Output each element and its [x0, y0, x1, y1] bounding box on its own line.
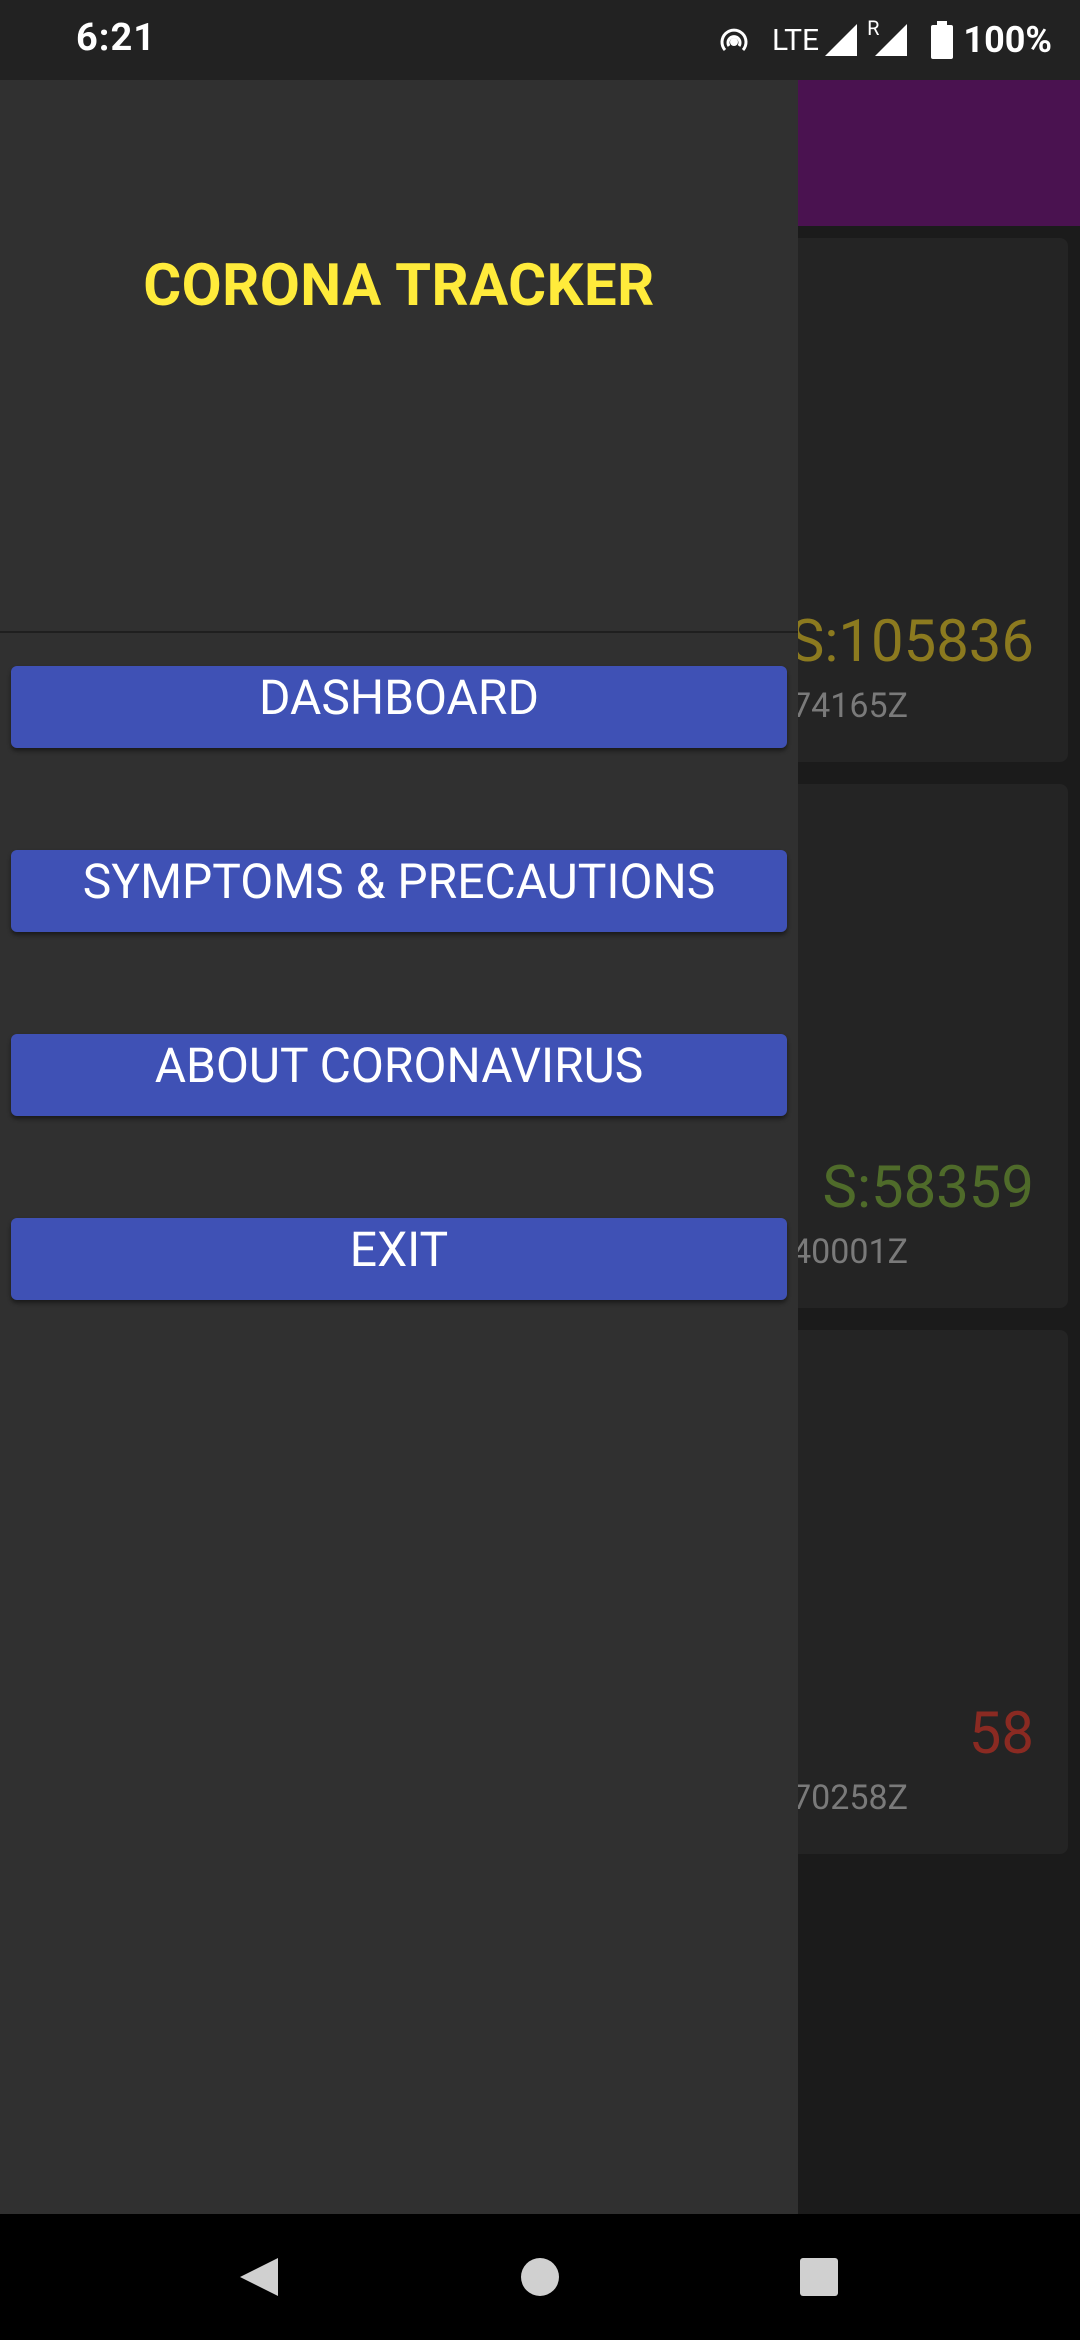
stat-time: 70258Z	[792, 1778, 908, 1818]
signal-icon	[825, 24, 858, 56]
exit-button[interactable]: EXIT	[11, 1218, 787, 1300]
recents-icon[interactable]	[798, 2256, 840, 2298]
stat-value: S:105836	[789, 608, 1034, 676]
status-bar: 6:21 LTE R 100%	[0, 0, 1080, 80]
home-icon[interactable]	[519, 2256, 561, 2298]
system-nav-bar	[0, 2214, 1080, 2340]
stat-time: 40001Z	[792, 1232, 908, 1272]
navigation-drawer: CORONA TRACKER DASHBOARD SYMPTOMS & PREC…	[0, 80, 798, 2214]
status-time: 6:21	[76, 16, 157, 60]
about-coronavirus-button[interactable]: ABOUT CORONAVIRUS	[11, 1034, 787, 1116]
back-icon[interactable]	[238, 2256, 280, 2298]
dashboard-button[interactable]: DASHBOARD	[11, 666, 787, 748]
symptoms-precautions-button[interactable]: SYMPTOMS & PRECAUTIONS	[11, 850, 787, 932]
stat-value: S:58359	[822, 1154, 1034, 1222]
stat-time: 74165Z	[792, 686, 908, 726]
hotspot-icon	[720, 28, 748, 51]
battery-icon	[931, 21, 954, 59]
signal-roaming-icon	[875, 24, 908, 56]
network-type: LTE	[772, 22, 820, 58]
drawer-header: CORONA TRACKER	[0, 80, 798, 633]
battery-percent: 100%	[963, 19, 1052, 61]
stat-value: 58	[968, 1700, 1034, 1768]
drawer-title: CORONA TRACKER	[143, 252, 655, 320]
status-icons: LTE R 100%	[714, 14, 1052, 66]
